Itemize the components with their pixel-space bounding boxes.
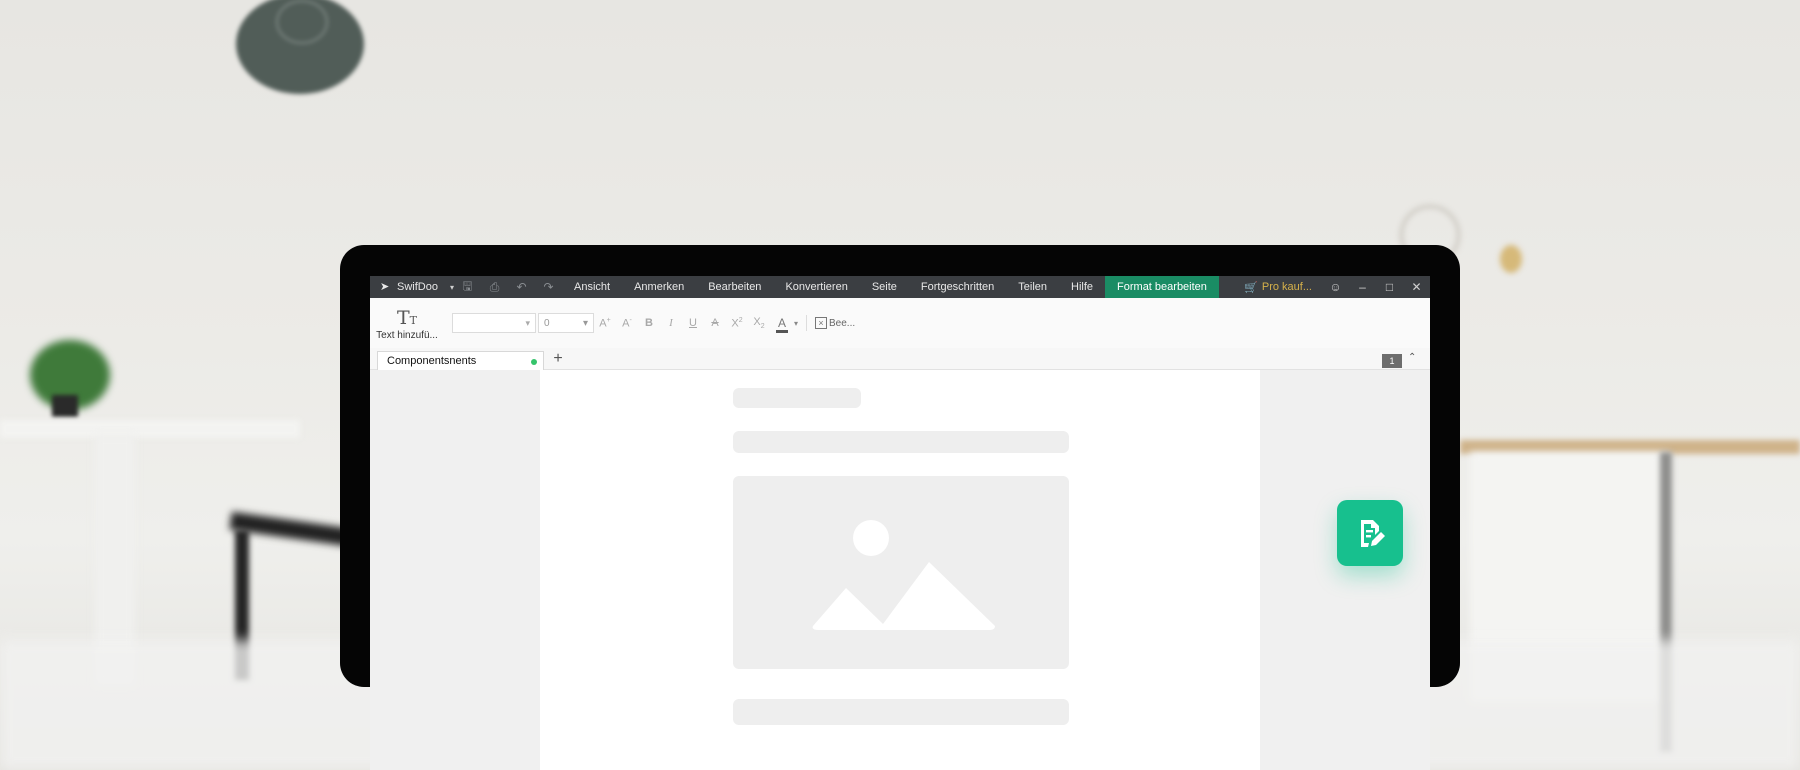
brand-name: SwifDoo bbox=[397, 281, 438, 293]
maximize-button[interactable]: □ bbox=[1376, 280, 1403, 294]
image-placeholder bbox=[733, 476, 1069, 669]
edit-box-button[interactable]: × Bee... bbox=[815, 317, 855, 329]
font-family-select[interactable]: ▾ bbox=[452, 313, 536, 333]
text-icon: TT bbox=[396, 306, 418, 329]
app-window: ➤ SwifDoo ▾ 🖫 ⎙ ↶ ↷ Ansicht Anmerken Bea… bbox=[370, 276, 1430, 770]
edit-document-icon bbox=[1361, 520, 1385, 547]
skeleton-title bbox=[733, 388, 861, 408]
add-text-label: Text hinzufü... bbox=[376, 329, 438, 341]
minimize-button[interactable]: – bbox=[1349, 280, 1376, 294]
chevron-down-icon: ▾ bbox=[582, 317, 588, 329]
print-icon[interactable]: ⎙ bbox=[481, 280, 508, 295]
font-color-icon[interactable]: A bbox=[770, 316, 794, 333]
menu-ansicht[interactable]: Ansicht bbox=[562, 276, 622, 298]
pro-purchase-button[interactable]: 🛒 Pro kauf... bbox=[1234, 281, 1322, 294]
side-table bbox=[0, 420, 300, 438]
menu-format-bearbeiten[interactable]: Format bearbeiten bbox=[1105, 276, 1219, 298]
document-viewport[interactable] bbox=[370, 370, 1430, 770]
strikethrough-icon[interactable]: A bbox=[704, 317, 726, 329]
document-tab[interactable]: Componentsnents bbox=[377, 351, 544, 370]
skeleton-line bbox=[733, 431, 1069, 453]
menu-bearbeiten[interactable]: Bearbeiten bbox=[696, 276, 773, 298]
menu-seite[interactable]: Seite bbox=[860, 276, 909, 298]
save-icon[interactable]: 🖫 bbox=[454, 277, 481, 298]
pro-purchase-label: Pro kauf... bbox=[1261, 281, 1312, 293]
swift-bird-icon: ➤ bbox=[380, 281, 390, 293]
page-indicator: 1 bbox=[1382, 354, 1402, 368]
user-icon[interactable]: ☺ bbox=[1322, 280, 1349, 294]
plant-pot bbox=[52, 395, 78, 417]
tab-strip: Componentsnents + 1 ⌃ bbox=[370, 348, 1430, 370]
format-ribbon: TT Text hinzufü... ▾ 0 ▾ A+ A- B I U A X… bbox=[370, 298, 1430, 348]
menu-konvertieren[interactable]: Konvertieren bbox=[773, 276, 859, 298]
menu-hilfe[interactable]: Hilfe bbox=[1059, 276, 1105, 298]
document-tab-label: Componentsnents bbox=[387, 355, 477, 367]
skeleton-line bbox=[733, 699, 1069, 725]
font-size-select[interactable]: 0 ▾ bbox=[538, 313, 594, 333]
decrease-font-icon[interactable]: A- bbox=[616, 317, 638, 330]
edit-box-icon: × bbox=[815, 317, 828, 329]
document-page bbox=[540, 370, 1403, 770]
cart-icon: 🛒 bbox=[1244, 281, 1258, 294]
brand-menu[interactable]: ➤ SwifDoo ▾ bbox=[370, 281, 454, 293]
font-size-value: 0 bbox=[544, 317, 550, 329]
add-text-button[interactable]: TT Text hinzufü... bbox=[372, 306, 442, 341]
increase-font-icon[interactable]: A+ bbox=[594, 317, 616, 330]
unsaved-dot-icon bbox=[531, 359, 537, 365]
close-button[interactable]: ✕ bbox=[1403, 280, 1430, 294]
italic-icon[interactable]: I bbox=[660, 317, 682, 329]
undo-icon[interactable]: ↶ bbox=[508, 280, 535, 294]
mountain-icon bbox=[812, 562, 995, 630]
menu-anmerken[interactable]: Anmerken bbox=[622, 276, 696, 298]
bold-icon[interactable]: B bbox=[638, 317, 660, 329]
edit-box-label: Bee... bbox=[829, 317, 856, 329]
menu-bar: ➤ SwifDoo ▾ 🖫 ⎙ ↶ ↷ Ansicht Anmerken Bea… bbox=[370, 276, 1430, 298]
menu-fortgeschritten[interactable]: Fortgeschritten bbox=[909, 276, 1006, 298]
lamp-bulb bbox=[1500, 245, 1522, 273]
subscript-icon[interactable]: X2 bbox=[748, 316, 770, 330]
chevron-down-icon: ▾ bbox=[525, 317, 530, 328]
window-tools: 🛒 Pro kauf... ☺ – □ ✕ bbox=[1234, 276, 1430, 298]
menu-teilen[interactable]: Teilen bbox=[1006, 276, 1059, 298]
divider bbox=[806, 315, 808, 331]
edit-document-button[interactable] bbox=[1337, 500, 1403, 566]
chevron-down-icon[interactable]: ▾ bbox=[794, 319, 798, 328]
chevron-up-icon[interactable]: ⌃ bbox=[1408, 352, 1416, 363]
add-tab-icon[interactable]: + bbox=[550, 348, 566, 370]
underline-icon[interactable]: U bbox=[682, 317, 704, 329]
redo-icon[interactable]: ↷ bbox=[535, 280, 562, 294]
superscript-icon[interactable]: X2 bbox=[726, 317, 748, 330]
